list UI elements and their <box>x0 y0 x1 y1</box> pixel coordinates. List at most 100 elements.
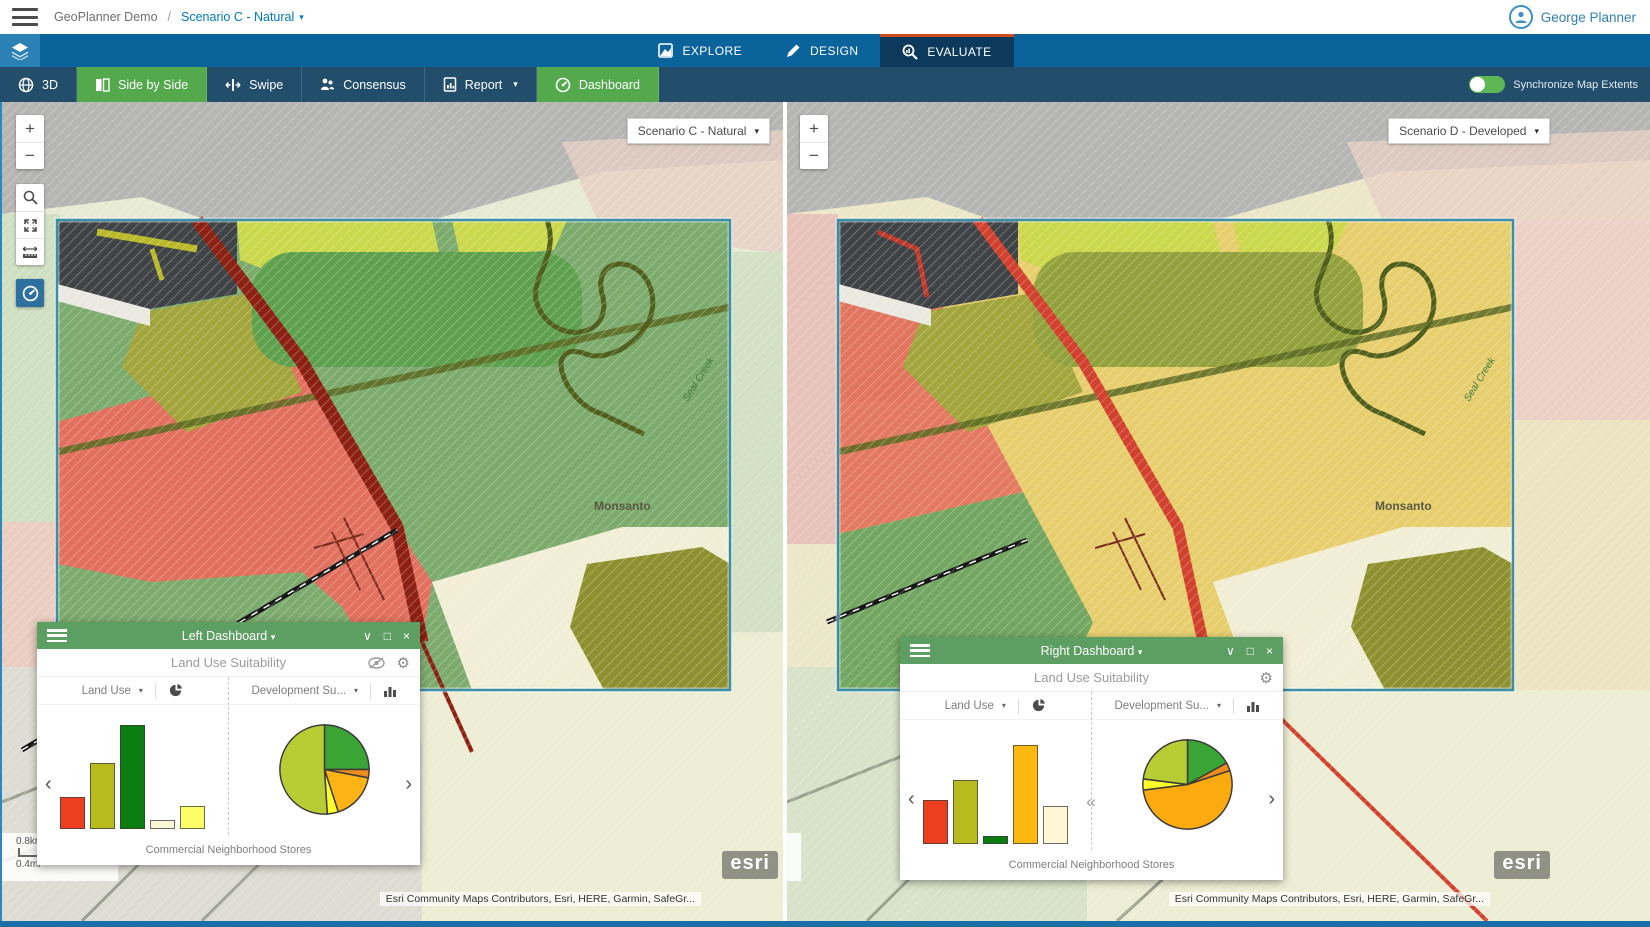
visibility-icon[interactable] <box>368 657 385 669</box>
zoom-in-button[interactable]: + <box>16 115 44 142</box>
chevron-down-icon: ▾ <box>1138 647 1143 657</box>
side-by-side-button[interactable]: Side by Side <box>77 67 207 102</box>
close-button[interactable]: × <box>1266 645 1273 657</box>
left-map-pane: Monsanto Seal Creek + − Scenario C - Nat… <box>2 102 783 921</box>
evaluate-toolbar: 3D Side by Side Swipe Consensus Report ▾… <box>0 67 1650 102</box>
pie-chart-type-icon[interactable] <box>168 683 183 698</box>
previous-chart-chevron[interactable]: ‹ <box>908 788 915 811</box>
chart-selector-label[interactable]: Development Su... <box>251 685 346 697</box>
bar-segment <box>150 820 175 829</box>
consensus-button[interactable]: Consensus <box>302 67 425 102</box>
pie-slice <box>280 724 327 813</box>
window-bottom-strip <box>0 921 1650 927</box>
widget-header: Land Use Suitability ⚙ <box>900 664 1283 692</box>
chevron-down-icon: ▾ <box>1534 126 1539 137</box>
chevron-down-icon: ▾ <box>754 126 759 137</box>
right-map-pane: Monsanto Seal Creek + − Scenario D - Dev… <box>787 102 1650 921</box>
pie-slice <box>1143 739 1187 784</box>
chart-selector-label[interactable]: Land Use <box>945 700 994 712</box>
scenario-breadcrumb-menu[interactable]: Scenario C - Natural ▾ <box>181 10 304 24</box>
zoom-out-button[interactable]: − <box>16 142 44 169</box>
collapse-button[interactable]: ∨ <box>363 630 372 642</box>
bar-segment <box>1043 806 1068 844</box>
widget-header: Land Use Suitability ⚙ <box>37 649 420 677</box>
tab-design[interactable]: DESIGN <box>764 34 880 67</box>
right-scenario-selector[interactable]: Scenario D - Developed ▾ <box>1388 118 1550 144</box>
app-header: GeoPlanner Demo / Scenario C - Natural ▾… <box>0 0 1650 34</box>
chevron-down-icon: ▾ <box>1002 701 1006 710</box>
zoom-in-button[interactable]: + <box>800 115 828 142</box>
chevron-down-icon: ▾ <box>513 79 518 90</box>
zoom-out-button[interactable]: − <box>800 142 828 169</box>
left-dashboard-panel: Left Dashboard ▾ ∨ □ × Land Use Suitabil… <box>37 622 420 865</box>
maximize-button[interactable]: □ <box>384 630 391 642</box>
sync-extents-toggle[interactable] <box>1469 76 1505 93</box>
panel-window-buttons: ∨ □ × <box>363 630 420 642</box>
collapse-button[interactable]: ∨ <box>1226 645 1235 657</box>
map-label-monsanto-right: Monsanto <box>1375 499 1432 513</box>
report-icon <box>443 77 457 92</box>
left-dashboard-header[interactable]: Left Dashboard ▾ ∨ □ × <box>37 622 420 649</box>
widget-title: Land Use Suitability <box>900 670 1283 685</box>
sync-extents-control: Synchronize Map Extents <box>1469 67 1638 102</box>
pencil-icon <box>786 43 801 58</box>
avatar <box>1509 5 1533 29</box>
mode-tabs: EXPLORE DESIGN EVALUATE <box>636 34 1013 67</box>
previous-chart-chevron[interactable]: ‹ <box>45 773 52 796</box>
close-button[interactable]: × <box>403 630 410 642</box>
chart-selector-label[interactable]: Land Use <box>82 685 131 697</box>
right-dashboard-panel: Right Dashboard ▾ ∨ □ × Land Use Suitabi… <box>900 637 1283 880</box>
maximize-button[interactable]: □ <box>1247 645 1254 657</box>
next-chart-chevron[interactable]: › <box>1268 788 1275 811</box>
tab-explore[interactable]: EXPLORE <box>636 34 764 67</box>
map-tools-left <box>16 184 44 265</box>
search-icon <box>23 190 38 205</box>
chart-footer-label: Commercial Neighborhood Stores <box>37 835 420 865</box>
app-title: GeoPlanner Demo <box>54 10 158 24</box>
chart-panels: Land Use ▾ Development Su... ▾ <box>900 692 1283 850</box>
gauge-icon <box>555 77 571 93</box>
pie-slice <box>324 724 369 769</box>
collapse-panel-chevron[interactable]: « <box>1086 792 1095 812</box>
scale-bar-clipped <box>787 833 801 881</box>
measure-button[interactable] <box>16 238 44 265</box>
gear-icon[interactable]: ⚙ <box>1260 669 1273 687</box>
left-development-pie-chart <box>229 705 421 833</box>
dashboard-button[interactable]: Dashboard <box>537 67 659 102</box>
person-icon <box>1514 10 1528 24</box>
search-button[interactable] <box>16 184 44 211</box>
dashboard-tool-button[interactable] <box>16 279 44 307</box>
3d-button[interactable]: 3D <box>0 67 77 102</box>
report-button[interactable]: Report ▾ <box>425 67 537 102</box>
esri-logo[interactable]: esri <box>1494 851 1550 879</box>
gauge-icon <box>22 285 39 302</box>
next-chart-chevron[interactable]: › <box>405 773 412 796</box>
zoom-control-left: + − <box>16 115 44 169</box>
right-land-use-bar-chart <box>900 720 1091 848</box>
right-dashboard-header[interactable]: Right Dashboard ▾ ∨ □ × <box>900 637 1283 664</box>
side-by-side-icon <box>95 78 110 92</box>
user-menu[interactable]: George Planner <box>1509 0 1636 34</box>
bar-segment <box>1013 745 1038 844</box>
chevron-down-icon: ▾ <box>271 632 276 642</box>
chart-selector-label[interactable]: Development Su... <box>1114 700 1209 712</box>
gear-icon[interactable]: ⚙ <box>397 654 410 672</box>
map-split-view: Monsanto Seal Creek + − Scenario C - Nat… <box>0 102 1650 921</box>
tab-evaluate[interactable]: EVALUATE <box>880 34 1013 67</box>
bar-segment <box>983 836 1008 844</box>
widget-title: Land Use Suitability <box>37 655 420 670</box>
left-scenario-selector[interactable]: Scenario C - Natural ▾ <box>627 118 770 144</box>
layers-button[interactable] <box>0 34 40 67</box>
hamburger-menu-icon[interactable] <box>12 8 38 26</box>
esri-logo[interactable]: esri <box>722 851 778 879</box>
bar-segment <box>180 806 205 829</box>
left-land-use-bar-chart <box>37 705 228 833</box>
bar-chart-type-icon[interactable] <box>1246 699 1260 713</box>
bar-segment <box>60 797 85 829</box>
swipe-button[interactable]: Swipe <box>207 67 302 102</box>
full-extent-icon <box>23 218 38 233</box>
pie-chart-type-icon[interactable] <box>1031 698 1046 713</box>
bar-chart-type-icon[interactable] <box>383 684 397 698</box>
full-extent-button[interactable] <box>16 211 44 238</box>
map-attribution-left: Esri Community Maps Contributors, Esri, … <box>380 892 701 906</box>
